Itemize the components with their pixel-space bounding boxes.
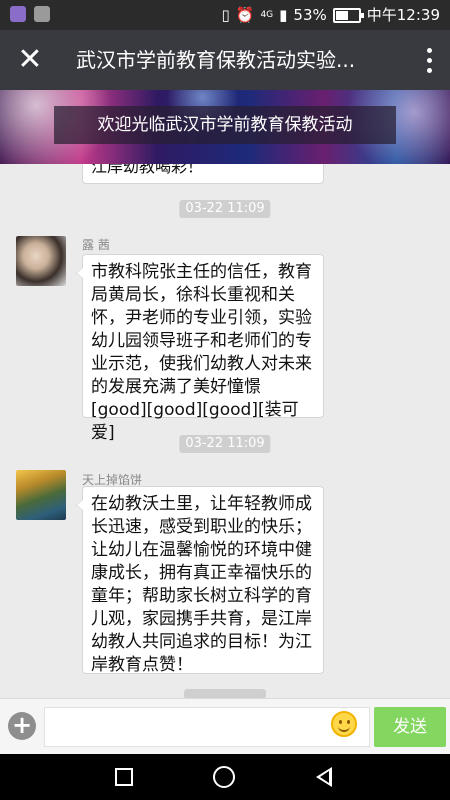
network-type: 4G <box>260 10 274 20</box>
sender-nickname: 露 茜 <box>82 238 110 252</box>
message-timestamp: 03-22 11:09 <box>179 435 271 453</box>
close-icon[interactable]: ✕ <box>15 42 45 78</box>
avatar[interactable] <box>16 236 66 286</box>
system-indicators: ▯ ⏰ 4G ▮ 53% 中午12:39 <box>222 5 441 25</box>
welcome-text: 欢迎光临武汉市学前教育保教活动 <box>54 106 396 144</box>
app-notification-icon <box>10 6 26 22</box>
page-title: 武汉市学前教育保教活动实验... <box>76 48 356 72</box>
message-composer: + 发送 <box>0 698 450 754</box>
message-input[interactable] <box>44 707 370 747</box>
message-bubble[interactable]: 在幼教沃土里，让年轻教师成长迅速，感受到职业的快乐；让幼儿在温馨愉悦的环境中健康… <box>76 486 324 675</box>
home-icon[interactable] <box>213 766 235 788</box>
message-bubble-cut: 江岸幼教喝彩！ <box>82 164 324 184</box>
system-nav-bar <box>0 754 450 800</box>
alarm-icon: ⏰ <box>235 6 255 24</box>
vibrate-icon: ▯ <box>221 6 230 24</box>
battery-percent: 53% <box>293 6 327 24</box>
avatar[interactable] <box>16 470 66 520</box>
clock: 中午12:39 <box>366 6 440 24</box>
welcome-banner: 欢迎光临武汉市学前教育保教活动 <box>0 90 450 164</box>
send-button[interactable]: 发送 <box>374 707 446 747</box>
signal-icon: ▮ <box>279 6 288 24</box>
chat-area[interactable]: 江岸幼教喝彩！ 03-22 11:09 露 茜 市教科院张主任的信任，教育局黄局… <box>0 164 450 698</box>
message-timestamp: 03-22 11:09 <box>179 200 271 218</box>
message-timestamp-cut <box>184 689 266 698</box>
notification-icons <box>10 6 50 22</box>
message-bubble[interactable]: 市教科院张主任的信任，教育局黄局长，徐科长重视和关怀，尹老师的专业引领，实验幼儿… <box>76 254 324 443</box>
status-bar: ▯ ⏰ 4G ▮ 53% 中午12:39 <box>0 0 450 30</box>
gallery-notification-icon <box>34 6 50 22</box>
plus-circle-icon[interactable]: + <box>8 712 36 740</box>
title-bar: ✕ 武汉市学前教育保教活动实验... <box>0 30 450 90</box>
more-vertical-icon[interactable] <box>422 42 436 78</box>
battery-fill <box>335 10 349 20</box>
recents-icon[interactable] <box>115 768 133 786</box>
emoji-icon[interactable] <box>331 711 357 737</box>
battery-icon <box>332 7 364 23</box>
back-icon[interactable] <box>316 767 332 787</box>
